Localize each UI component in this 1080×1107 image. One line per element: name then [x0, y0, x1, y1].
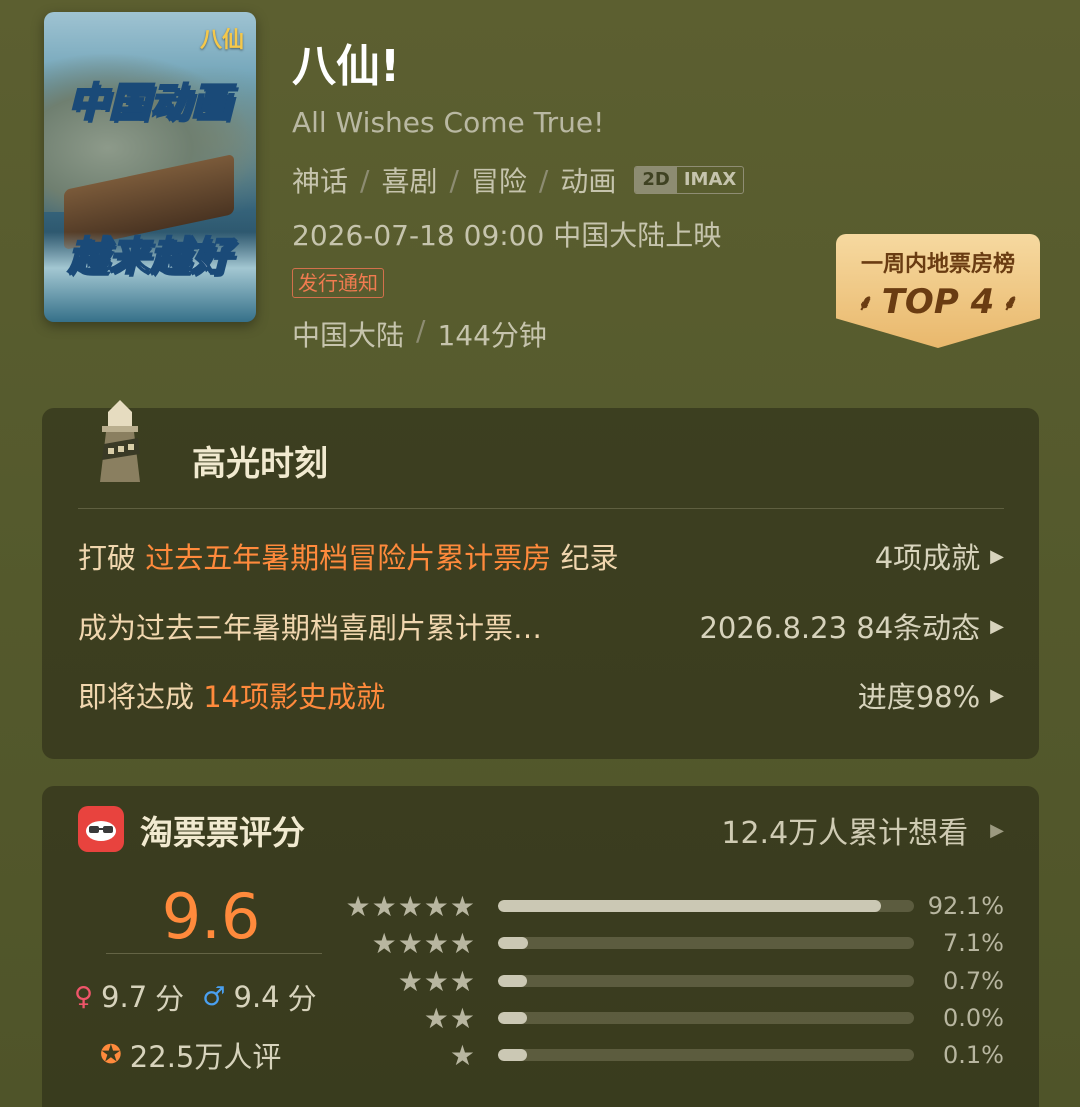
highlight-meta-text: 进度98% — [857, 680, 981, 714]
stars-1-icon: ★ — [449, 1038, 476, 1072]
highlight-emphasis: 14项影史成就 — [203, 680, 386, 714]
movie-subtitle: All Wishes Come True! — [292, 106, 605, 139]
format-imax: IMAX — [683, 169, 737, 190]
highlight-prefix: 成为过去三年暑期档喜剧片累计票… — [78, 611, 543, 645]
genre-tag: 冒险 — [470, 165, 527, 198]
stars-5-icon: ★★★★★ — [345, 889, 476, 923]
highlight-text: 打破 过去五年暑期档冒险片累计票房 纪录 — [78, 535, 618, 577]
dist-percent: 0.7% — [943, 967, 1004, 995]
rating-dist-row: ★★ 0.0% — [300, 1001, 1004, 1035]
poster-logo: 八仙 — [199, 28, 244, 53]
release-notice-link[interactable]: 发行通知 — [292, 268, 384, 298]
separator: / — [416, 314, 426, 347]
separator: / — [449, 163, 459, 197]
highlight-emphasis: 过去五年暑期档冒险片累计票房 — [145, 541, 552, 575]
laurel-right-icon: ⸙ — [1002, 291, 1019, 316]
stars-4-icon: ★★★★ — [371, 926, 476, 960]
highlight-text: 即将达成 14项影史成就 — [78, 674, 385, 716]
separator: / — [538, 163, 549, 197]
format-2d: 2D — [635, 167, 677, 193]
female-score: 9.7 — [101, 980, 148, 1014]
taopiaopiao-logo-icon — [78, 806, 124, 852]
divider — [106, 953, 322, 954]
rank-label: 一周内地票房榜 — [860, 252, 1015, 277]
male-icon: ♂ — [202, 982, 226, 1012]
dist-bar — [498, 937, 914, 949]
want-count: 12.4万人累计想看 — [721, 816, 969, 851]
dist-percent: 7.1% — [943, 929, 1004, 957]
dist-bar — [498, 1012, 914, 1024]
dist-bar-fill — [498, 937, 528, 949]
dist-bar-fill — [498, 900, 882, 912]
male-score: 9.4 — [233, 980, 280, 1014]
dist-bar-fill — [498, 975, 528, 987]
highlight-prefix: 打破 — [78, 541, 146, 575]
play-arrow-icon: ▶ — [990, 545, 1004, 567]
divider — [78, 508, 1004, 509]
genre-tag: 喜剧 — [381, 165, 438, 198]
box-office-rank-badge[interactable]: 一周内地票房榜 ⸙ TOP 4 ⸙ — [836, 234, 1040, 348]
poster-slogan-line2: 越来越好 — [67, 233, 232, 281]
stars-2-icon: ★★ — [423, 1001, 476, 1035]
dist-bar-fill — [498, 1049, 528, 1061]
highlight-meta: 4项成就 ▶ — [875, 535, 1004, 577]
separator: / — [360, 163, 370, 197]
highlight-suffix: 纪录 — [551, 541, 619, 575]
genre-list: 神话 / 喜剧 / 冒险 / 动画 2D IMAX — [292, 160, 745, 200]
highlight-prefix: 即将达成 — [78, 680, 204, 714]
lighthouse-film-icon — [100, 400, 140, 482]
genre-tag: 神话 — [292, 165, 349, 198]
star-outline-icon: ✪ — [100, 1040, 122, 1070]
highlight-row[interactable]: 即将达成 14项影史成就 进度98% ▶ — [78, 673, 1004, 717]
dist-bar — [498, 900, 914, 912]
rating-title: 淘票票评分 — [140, 813, 305, 852]
glasses-face-icon — [86, 821, 116, 841]
movie-poster[interactable]: 八仙 中国动画 越来越好 — [44, 12, 256, 322]
dist-bar — [498, 975, 914, 987]
movie-title: 八仙! — [292, 41, 401, 92]
gender-scores: ♀ 9.7 分 ♂ 9.4 分 — [74, 976, 317, 1018]
rating-count: ✪ 22.5万人评 — [100, 1034, 281, 1076]
score-unit: 分 — [155, 982, 185, 1016]
format-badge: 2D IMAX — [634, 166, 745, 194]
rating-count-text: 22.5万人评 — [129, 1040, 282, 1074]
highlights-title: 高光时刻 — [192, 444, 328, 484]
rating-dist-row: ★ 0.1% — [300, 1038, 1004, 1072]
highlight-meta-text: 2026.8.23 84条动态 — [699, 611, 981, 645]
poster-slogan-line1: 中国动画 — [67, 79, 232, 127]
genre-tag: 动画 — [560, 165, 617, 198]
release-date: 2026-07-18 09:00 中国大陆上映 — [292, 219, 722, 252]
highlight-row[interactable]: 打破 过去五年暑期档冒险片累计票房 纪录 4项成就 ▶ — [78, 534, 1004, 578]
highlight-text: 成为过去三年暑期档喜剧片累计票… — [78, 605, 542, 647]
rating-dist-row: ★★★ 0.7% — [300, 964, 1004, 998]
dist-bar — [498, 1049, 914, 1061]
rank-value: TOP 4 — [881, 282, 995, 322]
region-duration: 中国大陆 / 144分钟 — [292, 314, 547, 354]
highlight-meta-text: 4项成就 — [874, 541, 981, 575]
highlight-meta: 进度98% ▶ — [858, 674, 1004, 716]
female-icon: ♀ — [74, 982, 94, 1012]
stars-3-icon: ★★★ — [397, 964, 476, 998]
play-arrow-icon: ▶ — [990, 684, 1004, 706]
overall-score: 9.6 — [161, 880, 261, 953]
dist-bar-fill — [498, 1012, 528, 1024]
duration: 144分钟 — [437, 319, 547, 352]
laurel-left-icon: ⸙ — [857, 291, 874, 316]
dist-percent: 92.1% — [927, 892, 1004, 920]
want-to-see[interactable]: 12.4万人累计想看 ▶ — [721, 808, 1004, 852]
dist-percent: 0.0% — [943, 1004, 1004, 1032]
dist-percent: 0.1% — [943, 1041, 1004, 1069]
highlight-row[interactable]: 成为过去三年暑期档喜剧片累计票… 2026.8.23 84条动态 ▶ — [78, 604, 1004, 648]
play-arrow-icon: ▶ — [990, 819, 1004, 841]
region: 中国大陆 — [292, 319, 405, 352]
rating-dist-row: ★★★★ 7.1% — [300, 926, 1004, 960]
rank-top: ⸙ TOP 4 ⸙ — [836, 282, 1040, 322]
play-arrow-icon: ▶ — [990, 615, 1004, 637]
rating-dist-row: ★★★★★ 92.1% — [300, 889, 1004, 923]
highlight-meta: 2026.8.23 84条动态 ▶ — [699, 605, 1004, 647]
